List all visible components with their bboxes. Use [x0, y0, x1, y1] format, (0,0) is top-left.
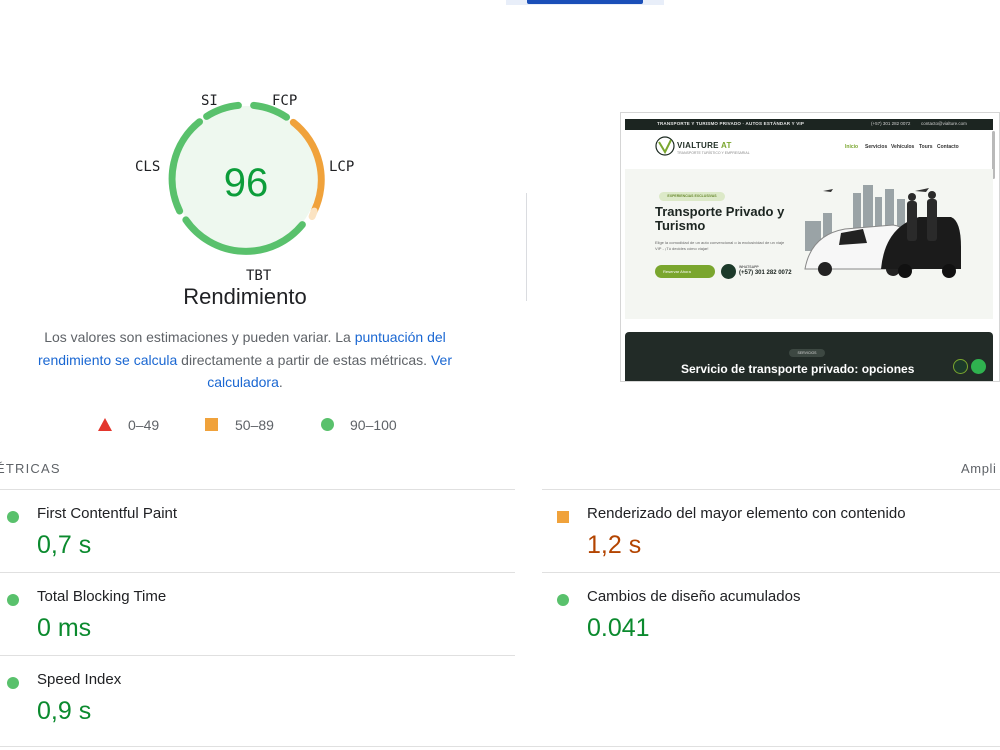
site-topbar-text: TRANSPORTE Y TURISMO PRIVADO · AUTOS EST… — [657, 121, 805, 126]
gauge-label-si: SI — [201, 93, 218, 109]
pass-circle-icon — [7, 511, 19, 523]
phone-icon — [953, 359, 968, 374]
site-logo-icon — [655, 136, 675, 156]
gauge-label-lcp: LCP — [329, 159, 354, 175]
pass-circle-icon — [7, 594, 19, 606]
site-nav-inicio: Inicio — [845, 144, 859, 150]
metrics-divider-right-0 — [542, 489, 1000, 490]
pass-circle-icon — [557, 594, 569, 606]
site-whatsapp-label: WHATSAPP — [739, 265, 759, 269]
site-nav-contacto: Contacto — [937, 144, 959, 150]
gauge-label-tbt: TBT — [246, 268, 272, 284]
desc-text-1: Los valores son estimaciones y pueden va… — [44, 329, 355, 345]
site-reserve-button: Reservar Ahora — [655, 265, 715, 278]
site-services-title: Servicio de transporte privado: opciones — [681, 362, 915, 376]
fail-triangle-icon — [98, 418, 112, 431]
page-screenshot[interactable]: TRANSPORTE Y TURISMO PRIVADO · AUTOS EST… — [620, 112, 1000, 382]
site-nav-servicios: Servicios — [865, 144, 888, 150]
site-services-pill: SERVICIOS — [789, 349, 825, 357]
metric-name: Speed Index — [37, 671, 122, 688]
site-topbar-phone: (+57) 301 282 0072 — [871, 121, 911, 126]
whatsapp-fab-icon — [971, 359, 986, 374]
hero-vehicles-image — [801, 177, 965, 283]
gauge-label-cls: CLS — [135, 159, 160, 175]
score-description: Los valores son estimaciones y pueden va… — [20, 326, 470, 394]
performance-score: 96 — [224, 161, 269, 205]
site-hero-title: Transporte Privado y Turismo — [655, 204, 785, 233]
metric-value: 1,2 s — [587, 531, 642, 559]
metric-value: 0,9 s — [37, 697, 92, 725]
gauge-arc-lcp-remainder — [308, 207, 318, 221]
site-topbar-email: contacto@vialture.com — [921, 121, 967, 126]
metrics-divider-bottom — [0, 746, 1000, 747]
site-brand-name: VIALTURE — [677, 141, 719, 150]
site-whatsapp-number: (+57) 301 282 0072 — [739, 270, 792, 276]
metrics-divider-right-1 — [542, 572, 1000, 573]
site-nav-vehiculos: Vehículos — [891, 144, 915, 150]
site-hero-pill: EXPERIENCIAS EXCLUSIVAS — [659, 192, 725, 201]
legend-fail-label: 0–49 — [128, 417, 160, 433]
metric-value: 0 ms — [37, 614, 92, 642]
metrics-divider-left-1 — [0, 572, 515, 573]
pass-circle-icon — [7, 677, 19, 689]
desc-text-2: directamente a partir de estas métricas. — [177, 351, 431, 368]
metric-value: 0,7 s — [37, 531, 92, 559]
metric-name: Renderizado del mayor elemento con conte… — [587, 505, 906, 522]
gauge-label-fcp: FCP — [272, 93, 297, 109]
metrics-header: ÉTRICAS — [0, 461, 61, 476]
legend-pass-label: 90–100 — [350, 417, 397, 433]
metric-name: Cambios de diseño acumulados — [587, 588, 801, 605]
average-square-icon — [557, 511, 569, 523]
gauge-title: Rendimiento — [183, 284, 307, 309]
metrics-divider-left-0 — [0, 489, 515, 490]
whatsapp-icon — [721, 264, 736, 279]
site-hero-description: Elige la comodidad de un auto convencion… — [655, 240, 785, 251]
site-brand-suffix: AT — [721, 141, 732, 150]
site-tagline: TRANSPORTE TURÍSTICO Y EMPRESARIAL — [677, 151, 750, 155]
metric-name: Total Blocking Time — [37, 588, 167, 605]
vertical-divider — [526, 193, 527, 301]
screenshot-content: TRANSPORTE Y TURISMO PRIVADO · AUTOS EST… — [625, 119, 997, 381]
metrics-divider-left-2 — [0, 655, 515, 656]
site-topbar: TRANSPORTE Y TURISMO PRIVADO · AUTOS EST… — [625, 119, 993, 130]
site-brand: VIALTURE AT — [677, 141, 732, 150]
metric-name: First Contentful Paint — [37, 505, 178, 522]
legend-average-label: 50–89 — [235, 417, 274, 433]
expand-view-link[interactable]: Ampli — [961, 461, 997, 476]
average-square-icon — [205, 418, 218, 431]
desc-text-3: . — [278, 374, 283, 390]
pass-circle-icon — [321, 418, 334, 431]
site-nav-tours: Tours — [919, 144, 933, 150]
metric-value: 0.041 — [587, 614, 650, 642]
